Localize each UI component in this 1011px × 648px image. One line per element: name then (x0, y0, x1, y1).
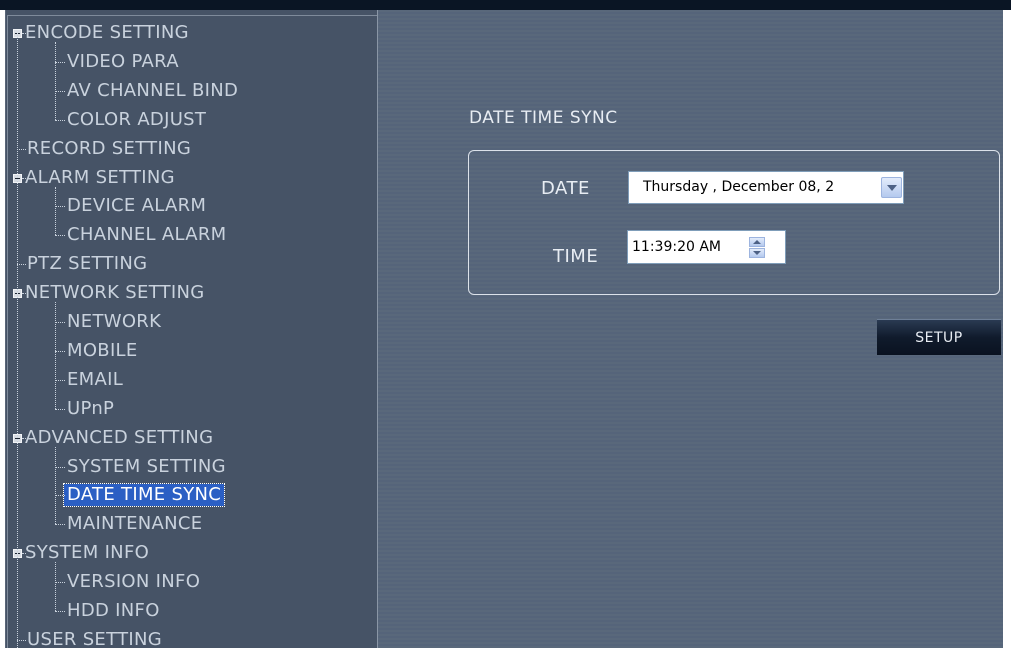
date-value: Thursday , December 08, 2 (643, 179, 835, 195)
tree-item-label: NETWORK SETTING (25, 282, 205, 304)
tree-connector (22, 437, 26, 439)
tree-item-label: EMAIL (67, 368, 124, 390)
tree-frame: ENCODE SETTING VIDEO PARA AV CHANNEL BIND C… (7, 15, 377, 648)
tree-connector (55, 582, 65, 584)
tree-connector (55, 524, 65, 526)
tree-item-label: ENCODE SETTING (25, 22, 189, 43)
tree-connector (55, 206, 65, 208)
tree-connector (55, 611, 65, 612)
tree-item-label: SYSTEM SETTING (67, 455, 226, 477)
tree-item-label: MOBILE (67, 339, 138, 361)
time-value: 11:39:20 AM (632, 239, 721, 255)
tree-item-label: NETWORK (67, 311, 162, 332)
time-label: TIME (553, 246, 599, 267)
tree-item[interactable]: VIDEO PARA (64, 49, 182, 75)
tree-connector (55, 119, 65, 121)
tree-connector (22, 553, 26, 555)
tree-item[interactable]: NETWORK SETTING (22, 280, 208, 306)
tree-connector (55, 90, 65, 92)
tree-connector (22, 293, 26, 295)
tree-item[interactable]: EMAIL (64, 367, 126, 393)
tree-connector (55, 446, 56, 525)
tree-item-label: VIDEO PARA (67, 50, 179, 72)
tree-connector (55, 562, 56, 611)
spin-down-button[interactable] (749, 248, 765, 258)
tree-connector (17, 148, 26, 150)
tree-item[interactable]: DATE TIME SYNC (62, 482, 226, 508)
tree-item-label: MAINTENANCE (67, 513, 203, 535)
tree-connector (55, 495, 65, 497)
spinner-arrows-icon[interactable] (749, 237, 765, 259)
tree-item[interactable]: SYSTEM SETTING (64, 454, 229, 480)
tree-item-label: HDD INFO (67, 600, 160, 621)
tree-item[interactable]: SYSTEM INFO (22, 540, 152, 566)
top-bar (0, 0, 1011, 10)
tree-connector (17, 33, 18, 648)
date-label: DATE (541, 178, 590, 199)
tree-item[interactable]: ALARM SETTING (22, 165, 178, 191)
tree-item-label: PTZ SETTING (27, 253, 148, 275)
tree-item[interactable]: PTZ SETTING (24, 251, 150, 277)
tree-item[interactable]: COLOR ADJUST (64, 107, 209, 133)
tree-connector (55, 379, 65, 381)
tree-connector (55, 235, 65, 237)
tree-connector (55, 61, 65, 63)
tree-item-label: ALARM SETTING (25, 166, 175, 188)
time-field[interactable]: 11:39:20 AM (627, 230, 786, 264)
tree-connector (55, 42, 56, 120)
spin-up-button[interactable] (749, 237, 765, 247)
tree-item[interactable]: NETWORK (64, 309, 164, 335)
tree-item[interactable]: RECORD SETTING (24, 136, 194, 162)
tree-connector (17, 639, 26, 641)
tree-connector (55, 350, 65, 352)
tree-item-label: COLOR ADJUST (67, 108, 207, 130)
tree-item[interactable]: DEVICE ALARM (64, 193, 209, 219)
tree-connector (55, 466, 65, 468)
tree-item-label: RECORD SETTING (27, 137, 192, 159)
tree-item-label: DEVICE ALARM (67, 195, 207, 217)
tree-item-label: SYSTEM INFO (25, 542, 150, 564)
tree-connector (55, 302, 56, 409)
tree-item[interactable]: ADVANCED SETTING (22, 425, 216, 451)
tree-item-label: AV CHANNEL BIND (67, 79, 239, 101)
tree-item[interactable]: AV CHANNEL BIND (64, 78, 241, 104)
tree-item[interactable]: VERSION INFO (64, 569, 203, 595)
tree-item-label: CHANNEL ALARM (67, 224, 227, 246)
right-margin (1003, 10, 1011, 648)
tree-item[interactable]: MAINTENANCE (64, 511, 205, 537)
tree-item-label: DATE TIME SYNC (62, 483, 226, 508)
tree-connector (55, 186, 56, 236)
tree-connector (17, 264, 26, 266)
tree-item[interactable]: CHANNEL ALARM (64, 222, 229, 248)
tree-item-label: VERSION INFO (67, 571, 201, 593)
date-picker[interactable]: Thursday , December 08, 2 (628, 171, 904, 204)
tree-item[interactable]: UPnP (64, 396, 117, 422)
setup-button[interactable]: SETUP (877, 319, 1001, 355)
tree-connector (55, 322, 65, 323)
settings-tree[interactable]: ENCODE SETTING VIDEO PARA AV CHANNEL BIND C… (5, 10, 378, 648)
chevron-down-icon[interactable] (881, 177, 902, 198)
tree-item-label: USER SETTING (27, 628, 162, 648)
tree-connector (22, 177, 26, 179)
tree-item[interactable]: HDD INFO (64, 598, 163, 624)
tree-item[interactable]: ENCODE SETTING (22, 20, 192, 46)
tree-item[interactable]: MOBILE (64, 338, 141, 364)
tree-item[interactable]: USER SETTING (24, 627, 165, 648)
tree-item-label: UPnP (67, 397, 115, 419)
tree-connector (22, 33, 26, 34)
tree-item-label: ADVANCED SETTING (25, 426, 214, 448)
tree-connector (55, 408, 65, 410)
section-title: DATE TIME SYNC (469, 108, 618, 128)
